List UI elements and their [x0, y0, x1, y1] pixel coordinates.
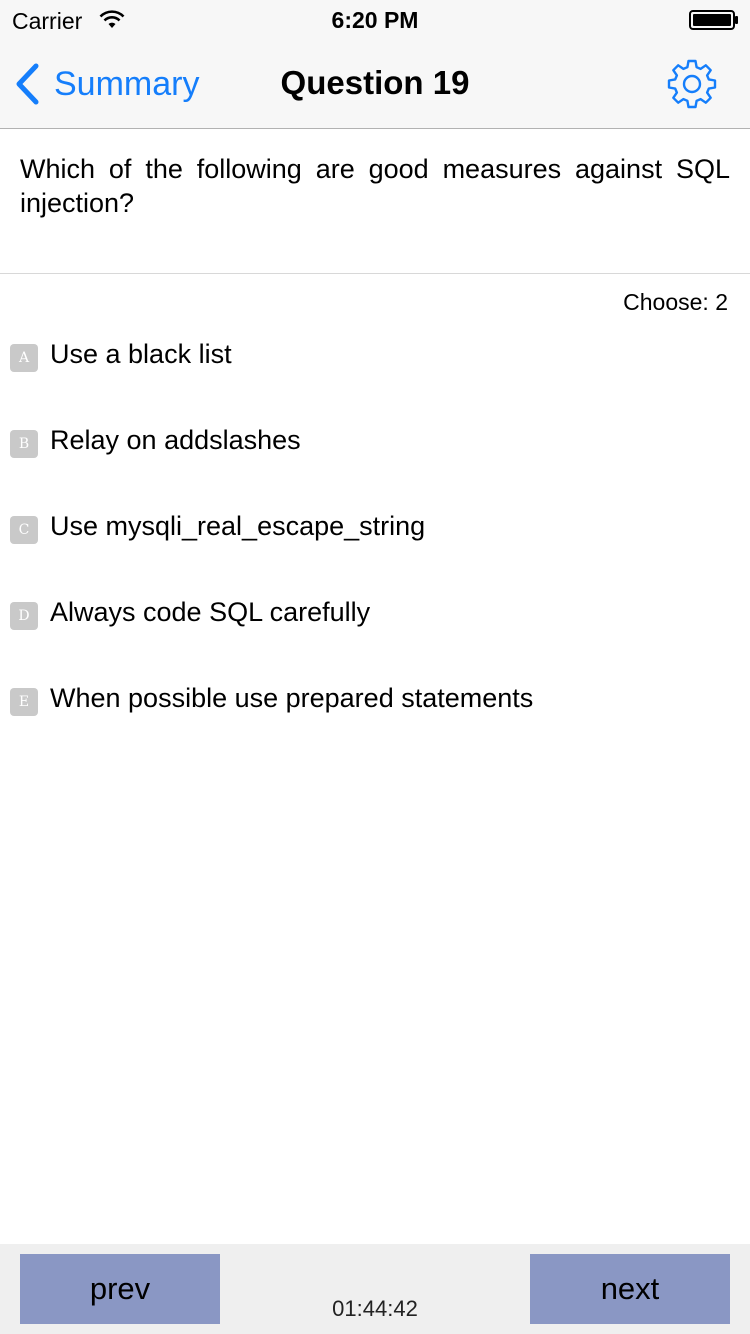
option-text: When possible use prepared statements	[50, 683, 534, 713]
option-text: Relay on addslashes	[50, 425, 301, 455]
option-text: Always code SQL carefully	[50, 597, 371, 627]
question-text: Which of the following are good measures…	[20, 154, 730, 218]
page-title: Question 19	[280, 64, 470, 101]
battery-icon	[689, 10, 738, 30]
divider	[0, 273, 750, 274]
option-text: Use a black list	[50, 339, 232, 369]
option-letter-badge: A	[10, 344, 38, 372]
option-letter-badge: B	[10, 430, 38, 458]
answer-option[interactable]: E When possible use prepared statements	[0, 671, 750, 757]
choose-count-label: Choose: 2	[623, 289, 728, 315]
navigation-bar: Summary Question 19	[0, 40, 750, 129]
next-button[interactable]: next	[530, 1254, 730, 1324]
status-bar: Carrier 6:20 PM	[0, 0, 750, 40]
answer-option[interactable]: C Use mysqli_real_escape_string	[0, 499, 750, 585]
answer-option[interactable]: D Always code SQL carefully	[0, 585, 750, 671]
option-text: Use mysqli_real_escape_string	[50, 511, 426, 541]
answer-option[interactable]: A Use a black list	[0, 327, 750, 413]
answer-options-list: A Use a black list B Relay on addslashes…	[0, 327, 750, 757]
option-letter-badge: D	[10, 602, 38, 630]
option-letter-badge: C	[10, 516, 38, 544]
status-time: 6:20 PM	[331, 7, 419, 33]
option-letter-badge: E	[10, 688, 38, 716]
bottom-toolbar: prev 01:44:42 next	[0, 1244, 750, 1334]
gear-icon[interactable]	[666, 58, 718, 110]
answer-option[interactable]: B Relay on addslashes	[0, 413, 750, 499]
